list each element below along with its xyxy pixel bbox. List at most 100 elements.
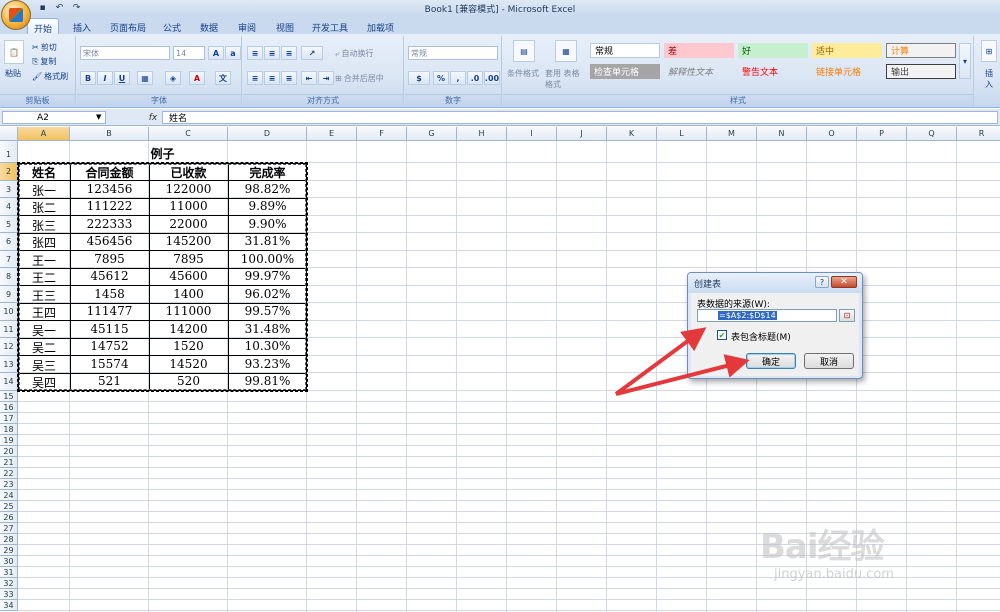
- range-input[interactable]: =$A$2:$D$14: [697, 309, 837, 322]
- row-header-11[interactable]: 11: [0, 320, 18, 338]
- table-cell[interactable]: 1400: [149, 287, 228, 301]
- row-header-27[interactable]: 27: [0, 522, 18, 534]
- table-cell[interactable]: 15574: [70, 357, 149, 371]
- table-cell[interactable]: 93.23%: [228, 357, 307, 371]
- row-header-24[interactable]: 24: [0, 489, 18, 501]
- paste-icon[interactable]: 📋: [4, 40, 24, 64]
- table-cell[interactable]: 111222: [70, 199, 149, 213]
- row-header-2[interactable]: 2: [0, 163, 18, 181]
- table-cell[interactable]: 1458: [70, 287, 149, 301]
- conditional-format-button[interactable]: 条件格式: [507, 68, 539, 79]
- decrease-indent-icon[interactable]: ⇤: [301, 71, 317, 85]
- table-cell[interactable]: 520: [149, 374, 228, 388]
- wrap-text-button[interactable]: ⤶ 自动换行: [335, 48, 373, 59]
- table-cell[interactable]: 99.57%: [228, 304, 307, 318]
- orientation-icon[interactable]: ↗: [301, 46, 323, 60]
- cut-button[interactable]: ✂ 剪切: [32, 42, 57, 53]
- column-header-n[interactable]: N: [757, 127, 807, 141]
- tab-developer[interactable]: 开发工具: [306, 18, 354, 34]
- format-painter-button[interactable]: 🖌 格式刷: [32, 71, 68, 82]
- align-left-icon[interactable]: ≡: [247, 71, 263, 85]
- style-calculation[interactable]: 计算: [886, 43, 956, 58]
- align-top-icon[interactable]: ≡: [247, 46, 263, 60]
- name-box[interactable]: A2: [2, 111, 106, 124]
- decrease-decimal-icon[interactable]: .00: [484, 71, 500, 85]
- row-header-21[interactable]: 21: [0, 456, 18, 468]
- table-format-icon[interactable]: ▦: [555, 40, 577, 62]
- tab-page-layout[interactable]: 页面布局: [104, 18, 152, 34]
- office-button[interactable]: [1, 0, 31, 30]
- cancel-button[interactable]: 取消: [804, 353, 854, 369]
- row-header-10[interactable]: 10: [0, 303, 18, 321]
- style-explanatory[interactable]: 解释性文本: [664, 64, 734, 79]
- column-header-c[interactable]: C: [149, 127, 228, 141]
- insert-cells-button[interactable]: 插入: [985, 68, 1000, 90]
- column-header-g[interactable]: G: [407, 127, 457, 141]
- table-cell[interactable]: 王三: [18, 287, 70, 304]
- table-cell[interactable]: 100.00%: [228, 252, 307, 266]
- table-cell[interactable]: 145200: [149, 234, 228, 248]
- style-bad[interactable]: 差: [664, 43, 734, 58]
- name-box-dropdown-icon[interactable]: ▼: [96, 113, 101, 121]
- tab-insert[interactable]: 插入: [67, 18, 97, 34]
- table-cell[interactable]: 1520: [149, 339, 228, 353]
- tab-view[interactable]: 视图: [270, 18, 300, 34]
- table-cell[interactable]: 9.89%: [228, 199, 307, 213]
- table-cell[interactable]: 14200: [149, 322, 228, 336]
- column-header-d[interactable]: D: [228, 127, 307, 141]
- style-linked-cell[interactable]: 链接单元格: [812, 64, 882, 79]
- increase-indent-icon[interactable]: ⇥: [318, 71, 334, 85]
- table-header-cell[interactable]: 姓名: [18, 164, 70, 181]
- table-cell[interactable]: 45612: [70, 269, 149, 283]
- table-cell[interactable]: 99.81%: [228, 374, 307, 388]
- insert-function-button[interactable]: fx: [146, 111, 160, 124]
- column-header-i[interactable]: I: [507, 127, 557, 141]
- column-header-b[interactable]: B: [70, 127, 149, 141]
- increase-decimal-icon[interactable]: .0: [467, 71, 483, 85]
- currency-icon[interactable]: $: [408, 71, 430, 85]
- copy-button[interactable]: ⎘ 复制: [32, 56, 56, 67]
- column-header-p[interactable]: P: [857, 127, 907, 141]
- row-header-8[interactable]: 8: [0, 268, 18, 286]
- merge-center-button[interactable]: ⊞ 合并后居中: [335, 73, 384, 84]
- shrink-font-icon[interactable]: a: [225, 46, 241, 60]
- table-cell[interactable]: 王二: [18, 269, 70, 286]
- row-header-33[interactable]: 33: [0, 588, 18, 600]
- column-header-l[interactable]: L: [657, 127, 707, 141]
- table-cell[interactable]: 99.97%: [228, 269, 307, 283]
- table-cell[interactable]: 96.02%: [228, 287, 307, 301]
- row-header-26[interactable]: 26: [0, 511, 18, 523]
- number-format-select[interactable]: 常规: [408, 46, 498, 60]
- table-cell[interactable]: 吴一: [18, 322, 70, 339]
- table-cell[interactable]: 456456: [70, 234, 149, 248]
- table-cell[interactable]: 张四: [18, 234, 70, 251]
- row-header-9[interactable]: 9: [0, 285, 18, 303]
- table-header-cell[interactable]: 已收款: [149, 164, 228, 181]
- style-warning[interactable]: 警告文本: [738, 64, 808, 79]
- table-cell[interactable]: 王一: [18, 252, 70, 269]
- table-cell[interactable]: 张一: [18, 182, 70, 199]
- table-cell[interactable]: 吴四: [18, 374, 70, 391]
- paste-button[interactable]: 粘贴: [5, 68, 21, 79]
- table-cell[interactable]: 11000: [149, 199, 228, 213]
- table-cell[interactable]: 31.48%: [228, 322, 307, 336]
- tab-data[interactable]: 数据: [194, 18, 224, 34]
- column-header-o[interactable]: O: [807, 127, 857, 141]
- table-cell[interactable]: 521: [70, 374, 149, 388]
- table-cell[interactable]: 22000: [149, 217, 228, 231]
- row-header-31[interactable]: 31: [0, 566, 18, 578]
- align-right-icon[interactable]: ≡: [281, 71, 297, 85]
- fill-color-icon[interactable]: ◈: [165, 71, 181, 85]
- collapse-dialog-icon[interactable]: ⊡: [839, 309, 855, 322]
- row-header-6[interactable]: 6: [0, 233, 18, 251]
- row-header-14[interactable]: 14: [0, 373, 18, 391]
- table-cell[interactable]: 45115: [70, 322, 149, 336]
- style-neutral[interactable]: 适中: [812, 43, 882, 58]
- column-header-h[interactable]: H: [457, 127, 507, 141]
- row-header-19[interactable]: 19: [0, 434, 18, 446]
- tab-addins[interactable]: 加载项: [361, 18, 400, 34]
- row-header-16[interactable]: 16: [0, 401, 18, 413]
- row-header-4[interactable]: 4: [0, 198, 18, 216]
- column-header-a[interactable]: A: [18, 127, 70, 141]
- bold-button[interactable]: B: [80, 71, 96, 85]
